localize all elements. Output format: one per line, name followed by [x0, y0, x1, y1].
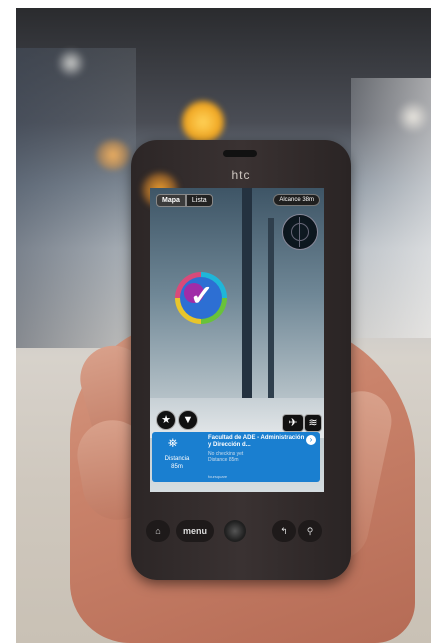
poi-marker-inner: ✓ — [180, 277, 222, 319]
layers-icon[interactable]: ≋ — [304, 414, 322, 432]
earpiece-speaker — [223, 150, 257, 157]
bokeh-light — [56, 48, 86, 78]
category-icon: ⛯ — [168, 436, 178, 450]
bokeh-light — [396, 100, 430, 134]
distance-value: 85m — [171, 464, 183, 470]
radar-icon — [282, 214, 318, 250]
check-icon: ✓ — [190, 280, 214, 311]
view-tabs: Mapa Lista — [156, 194, 213, 207]
camera-view-pillar — [242, 188, 252, 408]
distance-label: Distancia — [164, 456, 190, 462]
poi-footer: foursquare — [208, 474, 228, 479]
star-icon[interactable]: ★ — [156, 410, 176, 430]
poi-distance: Distance 85m — [208, 457, 239, 463]
poi-subtitle: No checkins yet Distance 85m — [208, 451, 306, 463]
camera-view-pillar — [268, 218, 274, 408]
home-button[interactable]: ⌂ — [146, 520, 170, 542]
menu-button[interactable]: menu — [176, 520, 214, 542]
tab-map[interactable]: Mapa — [156, 194, 186, 207]
poi-info-card[interactable]: ⛯ Distancia 85m Facultad de ADE - Admini… — [152, 432, 320, 482]
back-button[interactable]: ↰ — [272, 520, 296, 542]
hardware-buttons: ⌂ menu ↰ ⚲ — [140, 516, 332, 550]
filter-icon[interactable]: ▼ — [178, 410, 198, 430]
poi-marker[interactable]: ✓ — [175, 272, 227, 324]
phone-screen: Mapa Lista Alcance 38m ✓ ★ ▼ ✈ ≋ ⛯ Dista… — [150, 188, 324, 492]
search-button[interactable]: ⚲ — [298, 520, 322, 542]
bokeh-light — [96, 140, 130, 170]
bokeh-light — [181, 100, 225, 144]
poi-title: Facultad de ADE - Administración y Direc… — [208, 435, 305, 448]
range-indicator[interactable]: Alcance 38m — [273, 194, 320, 206]
chevron-right-icon[interactable]: › — [306, 435, 316, 445]
airplane-icon[interactable]: ✈ — [282, 414, 304, 432]
trackball[interactable] — [224, 520, 246, 542]
tab-list[interactable]: Lista — [185, 194, 213, 207]
background-window — [16, 48, 136, 348]
